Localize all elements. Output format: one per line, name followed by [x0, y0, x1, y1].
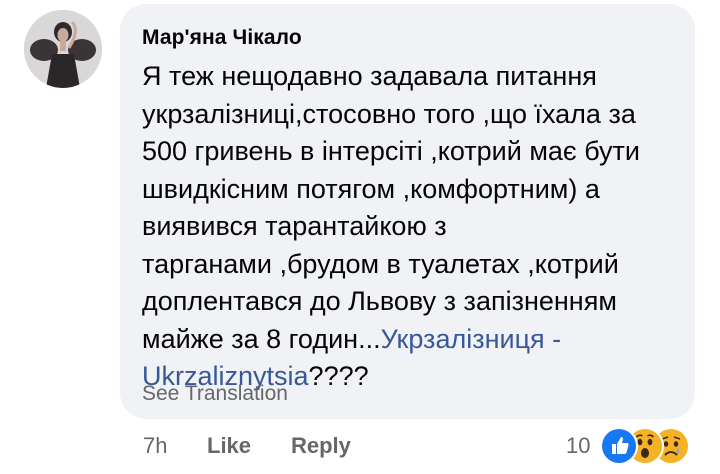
comment-timestamp[interactable]: 7h	[143, 433, 167, 459]
comment-author[interactable]: Мар'яна Чікало	[142, 26, 302, 50]
like-reaction-icon	[600, 427, 638, 465]
comment-line: майже за 8 годин...Укрзалізниця -	[142, 321, 687, 359]
comment-line: укрзалізниці,стосовно того ,що їхала за	[142, 98, 636, 129]
comment-actions: 7h Like Reply 10	[0, 427, 720, 465]
reaction-icons[interactable]	[600, 427, 700, 465]
comment-bubble: Мар'яна Чікало Я теж нещодавно задавала …	[120, 4, 695, 419]
comment-line: тарганами ,брудом в туалетах ,котрий	[142, 248, 619, 279]
comment-line: швидкісним потягом ,комфортним) а	[142, 173, 600, 204]
like-button[interactable]: Like	[207, 433, 251, 459]
comment-line: Я теж нещодавно задавала питання	[142, 61, 597, 91]
comment-line: виявився тарантайкою з	[142, 211, 447, 241]
reaction-count[interactable]: 10	[566, 433, 590, 459]
see-translation-link[interactable]: See Translation	[142, 382, 288, 406]
page-mention-link[interactable]: Укрзалізниця -	[381, 324, 562, 354]
reply-button[interactable]: Reply	[291, 433, 351, 459]
comment-line: 500 гривень в інтерсіті ,котрий має бути	[142, 136, 641, 166]
avatar[interactable]	[24, 10, 102, 88]
comment-trailing-text: ????	[308, 361, 369, 391]
comment-line: доплентався до Львову з запізненням	[142, 286, 617, 316]
comment-line-prefix: майже за 8 годин...	[142, 323, 381, 354]
comment-text: Я теж нещодавно задавала питання укрзалі…	[142, 58, 687, 396]
